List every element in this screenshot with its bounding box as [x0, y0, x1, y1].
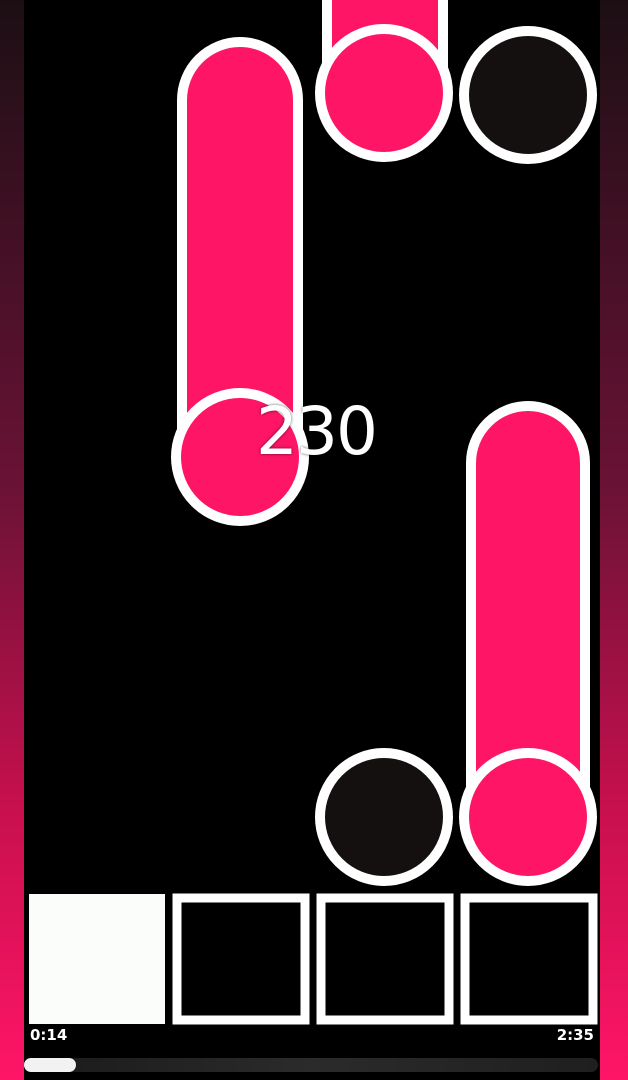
long-note-head[interactable]: [459, 748, 597, 886]
key-1-active[interactable]: [29, 894, 165, 1024]
key-3[interactable]: [316, 893, 454, 1025]
total-time: 2:35: [556, 1026, 594, 1044]
key-2[interactable]: [172, 893, 310, 1025]
black-tap-note[interactable]: [315, 748, 453, 886]
song-progress-bar[interactable]: [24, 1058, 598, 1072]
long-note-pink[interactable]: [459, 401, 597, 886]
long-note-head[interactable]: [315, 24, 453, 162]
long-note-pink[interactable]: [315, 0, 453, 162]
key-4[interactable]: [460, 893, 598, 1025]
note-layer: [29, 0, 598, 1025]
score-counter: 230: [256, 393, 378, 470]
black-tap-note[interactable]: [459, 26, 597, 164]
elapsed-time: 0:14: [30, 1026, 68, 1044]
song-progress-fill: [24, 1058, 76, 1072]
